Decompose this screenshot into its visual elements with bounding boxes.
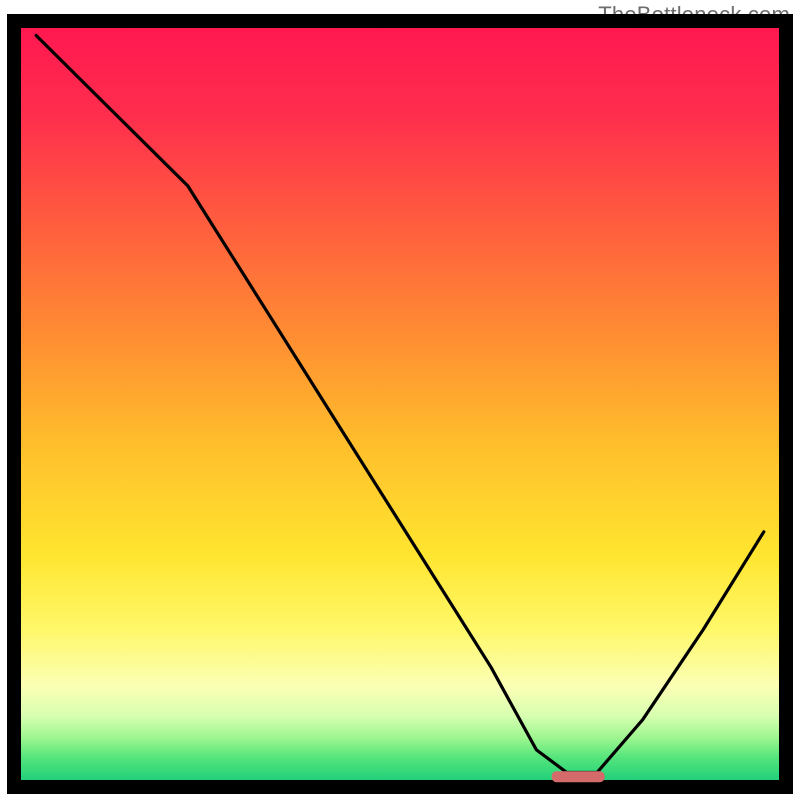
gradient-background (21, 28, 779, 780)
bottleneck-chart: TheBottleneck.com (0, 0, 800, 800)
optimal-indicator (552, 771, 605, 782)
plot-svg (0, 0, 800, 800)
